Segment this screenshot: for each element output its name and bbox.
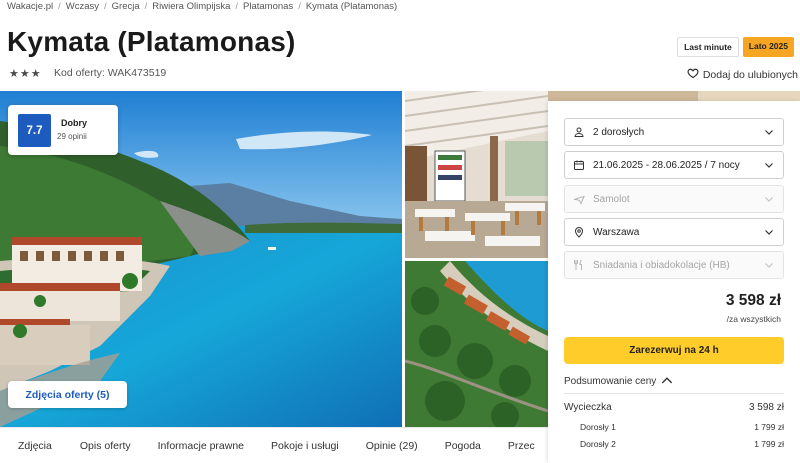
offer-photos-button[interactable]: Zdjęcia oferty (5) (8, 381, 127, 408)
add-to-favorites-button[interactable]: Dodaj do ulubionych (687, 67, 798, 82)
star-icon: ★ (30, 68, 42, 80)
breadcrumb-link-home[interactable]: Wakacje.pl (7, 1, 53, 12)
tab-photos[interactable]: Zdjęcia (18, 440, 52, 452)
transport-select[interactable]: Samolot (564, 185, 784, 213)
photo-aerial[interactable] (405, 261, 548, 427)
total-price: 3 598 zł (725, 292, 781, 309)
offer-badges: Last minute Lato 2025 (677, 37, 794, 57)
chevron-down-icon (763, 226, 775, 238)
breadcrumb-separator: / (58, 1, 61, 12)
breadcrumb-link-wczasy[interactable]: Wczasy (66, 1, 99, 12)
last-minute-badge: Last minute (677, 37, 739, 57)
favorite-label: Dodaj do ulubionych (702, 68, 798, 81)
summary-trip-label: Wycieczka (564, 402, 612, 413)
breadcrumb-link-riwiera[interactable]: Riwiera Olimpijska (152, 1, 230, 12)
summary-adult1-label: Dorosły 1 (580, 422, 616, 432)
guests-select[interactable]: 2 dorosłych (564, 118, 784, 146)
reserve-button[interactable]: Zarezerwuj na 24 h (564, 337, 784, 364)
summary-adult2-label: Dorosły 2 (580, 439, 616, 449)
cutlery-icon (573, 259, 585, 271)
summary-row-adult-2: Dorosły 2 1 799 zł (564, 439, 784, 449)
photo-strip-hidden (548, 91, 800, 101)
summary-adult2-value: 1 799 zł (754, 439, 784, 449)
tab-weather[interactable]: Pogoda (445, 440, 481, 452)
offer-code: Kod oferty: WAK473519 (54, 67, 167, 79)
chevron-down-icon (763, 193, 775, 205)
tab-more[interactable]: Przec (508, 440, 535, 452)
breadcrumb-separator: / (235, 1, 239, 12)
rating-count: 29 opinii (57, 132, 87, 141)
tab-rooms-services[interactable]: Pokoje i usługi (271, 440, 339, 452)
photo-restaurant[interactable] (405, 91, 548, 258)
chevron-down-icon (763, 259, 775, 271)
booking-panel: 2 dorosłych 21.06.2025 - 28.06.2025 / 7 … (548, 101, 800, 463)
page-title: Kymata (Platamonas) (7, 26, 296, 57)
breadcrumb: Wakacje.pl / Wczasy / Grecja / Riwiera Olimpij… (7, 1, 397, 12)
dates-value: 21.06.2025 - 28.06.2025 / 7 nocy (593, 159, 740, 171)
departure-value: Warszawa (593, 226, 640, 238)
summary-divider (564, 393, 784, 394)
chevron-down-icon (763, 126, 775, 138)
transport-value: Samolot (593, 193, 630, 205)
rating-score: 7.7 (18, 114, 51, 147)
summary-row-adult-1: Dorosły 1 1 799 zł (564, 422, 784, 432)
breadcrumb-current: Kymata (Platamonas) (305, 1, 398, 12)
location-pin-icon (573, 226, 585, 238)
breadcrumb-separator: / (144, 1, 148, 12)
section-tabs: Zdjęcia Opis oferty Informacje prawne Po… (0, 427, 548, 463)
tab-description[interactable]: Opis oferty (80, 440, 131, 452)
price-note: /za wszystkich (726, 314, 781, 324)
dates-select[interactable]: 21.06.2025 - 28.06.2025 / 7 nocy (564, 151, 784, 179)
board-value: Śniadania i obiadokolacje (HB) (593, 259, 730, 271)
rating-card[interactable]: 7.7 Dobry 29 opinii (8, 105, 118, 155)
departure-select[interactable]: Warszawa (564, 218, 784, 246)
summary-adult1-value: 1 799 zł (754, 422, 784, 432)
star-icon: ★ (9, 68, 20, 80)
summary-trip-value: 3 598 zł (748, 402, 784, 413)
summary-row-trip: Wycieczka 3 598 zł (564, 402, 784, 413)
breadcrumb-link-platamonas[interactable]: Platamonas (243, 1, 293, 12)
breadcrumb-separator: / (298, 1, 301, 12)
board-select[interactable]: Śniadania i obiadokolacje (HB) (564, 251, 784, 279)
price-summary-toggle[interactable]: Podsumowanie ceny (564, 375, 674, 388)
hotel-stars: ★★★ (9, 67, 42, 80)
rating-label: Dobry (61, 118, 88, 128)
breadcrumb-link-grecja[interactable]: Grecja (112, 1, 140, 12)
breadcrumb-separator: / (104, 1, 107, 12)
tab-legal-info[interactable]: Informacje prawne (158, 440, 244, 452)
chevron-down-icon (763, 159, 775, 171)
heart-icon (687, 67, 699, 82)
guests-value: 2 dorosłych (593, 126, 645, 138)
star-icon: ★ (19, 68, 31, 80)
price-summary-label: Podsumowanie ceny (564, 376, 657, 387)
chevron-up-icon (660, 375, 674, 388)
season-badge: Lato 2025 (742, 37, 794, 57)
tab-reviews[interactable]: Opinie (29) (366, 440, 418, 452)
calendar-icon (573, 159, 585, 171)
person-icon (573, 126, 585, 138)
plane-icon (573, 193, 585, 205)
